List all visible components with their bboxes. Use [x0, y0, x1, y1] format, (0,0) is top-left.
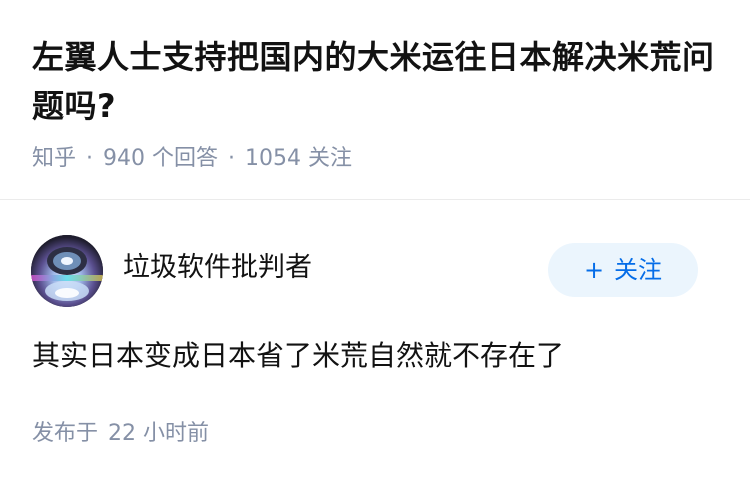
question-header: 左翼人士支持把国内的大米运往日本解决米荒问题吗? 知乎 · 940 个回答 · 1054… [0, 0, 750, 200]
follow-count: 1054 [245, 146, 302, 171]
source-label[interactable]: 知乎 [32, 146, 76, 171]
answer-count: 940 [103, 146, 146, 171]
follow-button[interactable]: + 关注 [548, 243, 698, 297]
meta-separator: · [86, 146, 94, 171]
plus-icon: + [583, 256, 605, 284]
meta-separator: · [228, 146, 236, 171]
posted-label: 发布于 [32, 421, 99, 446]
author-name[interactable]: 垃圾软件批判者 [123, 250, 312, 286]
answer-time: 发布于 22 小时前 [32, 418, 209, 450]
question-meta: 知乎 · 940 个回答 · 1054 关注 [32, 143, 352, 175]
posted-time: 22 小时前 [108, 421, 210, 446]
answer-count-label: 个回答 [152, 146, 219, 171]
question-title[interactable]: 左翼人士支持把国内的大米运往日本解决米荒问题吗? [32, 33, 722, 131]
avatar[interactable] [31, 235, 103, 307]
follow-button-label: 关注 [614, 256, 663, 284]
answer-card: 垃圾软件批判者 + 关注 其实日本变成日本省了米荒自然就不存在了 发布于 22 小时… [0, 201, 750, 484]
avatar-image [31, 235, 103, 307]
answer-content[interactable]: 其实日本变成日本省了米荒自然就不存在了 [32, 335, 722, 377]
follow-count-label: 关注 [308, 146, 353, 171]
